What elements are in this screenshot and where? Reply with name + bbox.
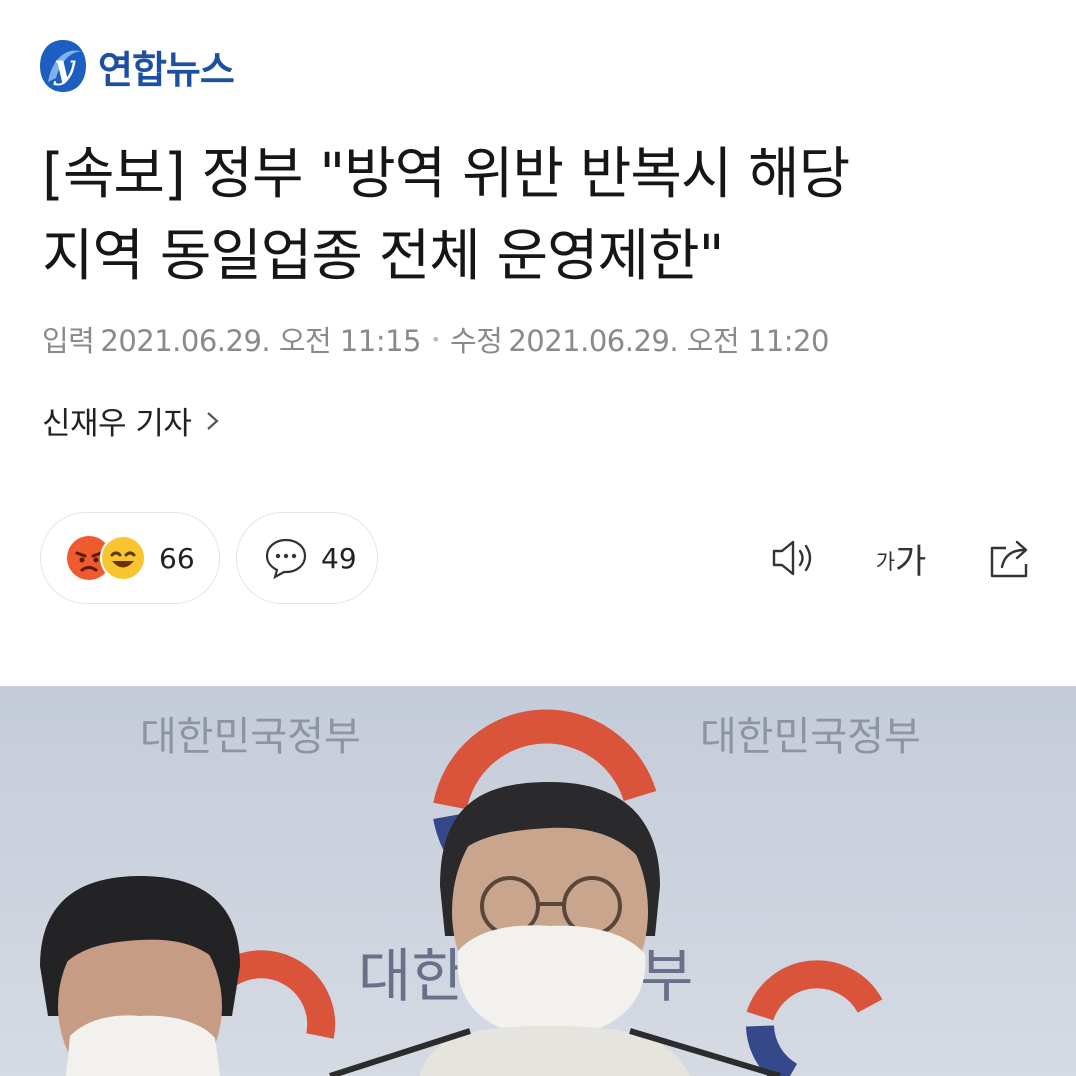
chevron-right-icon [207, 411, 220, 430]
backdrop-text-center-right: 부 [640, 942, 693, 1010]
read-aloud-button[interactable] [764, 528, 824, 588]
date-separator: • [431, 329, 440, 349]
comments-button[interactable]: 49 [236, 512, 378, 604]
comment-count: 49 [321, 541, 357, 575]
laughing-emoji-icon [100, 535, 146, 581]
comment-bubble-icon [265, 538, 307, 580]
speaker-icon [772, 540, 812, 576]
backdrop-text-right: 대한민국정부 [700, 714, 921, 760]
brand-name: 연합뉴스 [98, 47, 235, 92]
share-button[interactable] [982, 528, 1042, 588]
font-size-button[interactable]: 가 가 [866, 528, 936, 588]
reaction-emojis [65, 534, 147, 582]
reporter-link[interactable]: 신재우 기자 [42, 398, 221, 443]
article-photo: 대한민국정부 대한민국정부 대한 부 [0, 686, 1076, 1076]
share-icon [990, 540, 1028, 578]
article-headline: [속보] 정부 "방역 위반 반복시 해당 지역 동일업종 전체 운영제한" [42, 134, 1032, 298]
press-briefing-photo: 대한민국정부 대한민국정부 대한 부 [0, 686, 1076, 1076]
logo-letter: y [53, 47, 76, 87]
published-time: 2021.06.29. 오전 11:15 [100, 324, 422, 358]
backdrop-text-center-left: 대한 [358, 942, 465, 1010]
modified-time: 2021.06.29. 오전 11:20 [508, 324, 829, 358]
reaction-count: 66 [159, 541, 195, 575]
yonhap-logo-icon: y [40, 40, 86, 92]
headline-line-1: [속보] 정부 "방역 위반 반복시 해당 [42, 142, 850, 207]
reporter-name: 신재우 기자 [42, 406, 192, 442]
font-size-large-label: 가 [895, 541, 927, 582]
modified-label: 수정 [449, 324, 503, 358]
published-label: 입력 [42, 324, 95, 358]
backdrop-text-left: 대한민국정부 [140, 714, 361, 760]
headline-line-2: 지역 동일업종 전체 운영제한" [42, 224, 724, 289]
font-size-small-label: 가 [875, 550, 896, 574]
staff-person [40, 876, 240, 1076]
reactions-button[interactable]: 66 [40, 512, 220, 604]
yonhap-logo[interactable]: y 연합뉴스 [38, 34, 235, 98]
article-dates: 입력 2021.06.29. 오전 11:15 • 수정 2021.06.29.… [42, 318, 829, 360]
